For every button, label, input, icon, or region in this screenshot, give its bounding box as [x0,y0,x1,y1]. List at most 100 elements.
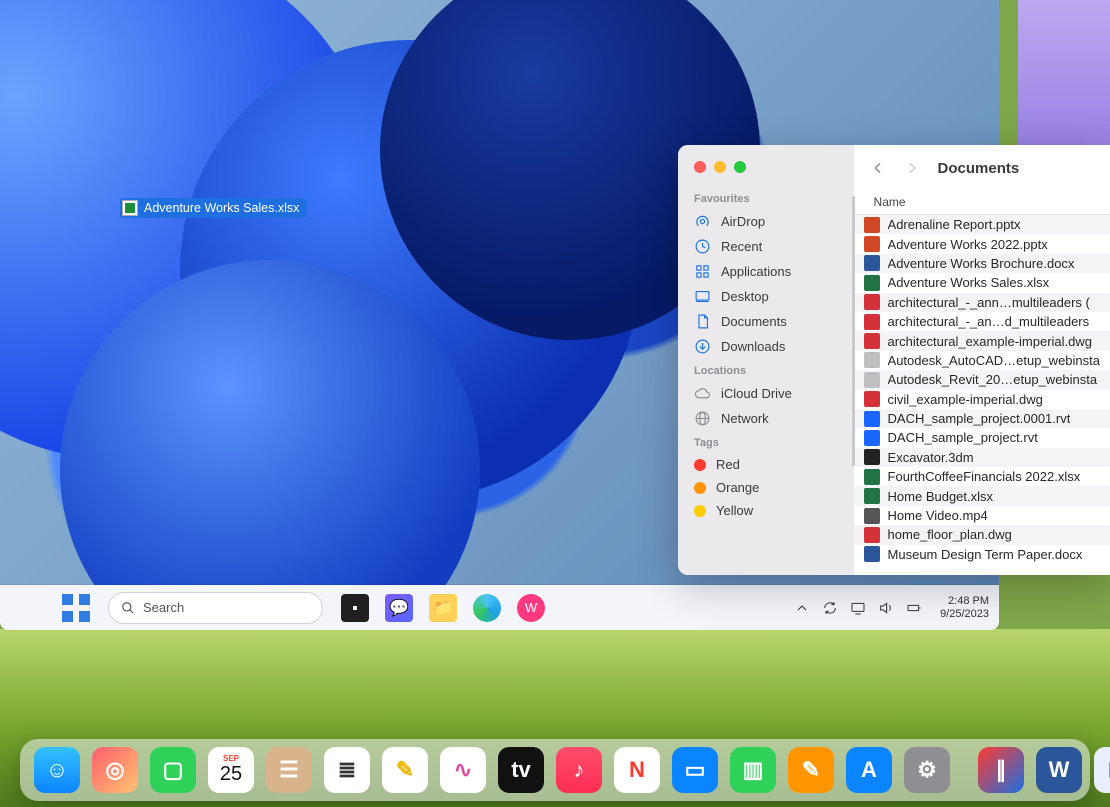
tag-dot-icon [694,505,706,517]
pptx-file-icon [864,236,880,252]
sidebar-item-downloads[interactable]: Downloads [678,334,854,359]
display-icon[interactable] [850,600,866,616]
column-header-name[interactable]: Name [854,191,1110,215]
chevron-up-icon[interactable] [794,600,810,616]
recent-icon [694,238,711,255]
file-row[interactable]: DACH_sample_project.rvt [854,428,1110,447]
sidebar-item-airdrop[interactable]: AirDrop [678,209,854,234]
sync-icon[interactable] [822,600,838,616]
file-name: Autodesk_Revit_20…etup_webinsta [888,372,1098,387]
dock-app-windows[interactable]: ⊞ [1094,747,1110,793]
file-row[interactable]: Excavator.3dm [854,448,1110,467]
taskbar-app-explorer[interactable]: 📁 [429,594,457,622]
battery-icon[interactable] [906,600,922,616]
file-row[interactable]: Adventure Works 2022.pptx [854,234,1110,253]
sidebar-header-favourites: Favourites [678,187,854,209]
file-row[interactable]: architectural_example-imperial.dwg [854,331,1110,350]
file-name: DACH_sample_project.0001.rvt [888,411,1071,426]
finder-main: Documents Name Adrenaline Report.pptx Adv… [854,145,1110,575]
dock-app-freeform[interactable]: ∿ [440,747,486,793]
file-row[interactable]: Adventure Works Brochure.docx [854,254,1110,273]
dock-app-parallels[interactable]: ∥ [978,747,1024,793]
finder-window[interactable]: Favourites AirDrop RecentApplicationsDesk… [678,145,1110,575]
file-row[interactable]: DACH_sample_project.0001.rvt [854,409,1110,428]
taskbar-app-wps[interactable]: W [517,594,545,622]
back-button[interactable] [870,160,886,176]
forward-button[interactable] [904,160,920,176]
file-name: Adrenaline Report.pptx [888,217,1021,232]
dock-app-word[interactable]: W [1036,747,1082,793]
rvt-file-icon [864,430,880,446]
sidebar-item-applications[interactable]: Applications [678,259,854,284]
dock-app-contacts[interactable]: ☰ [266,747,312,793]
close-button[interactable] [694,161,706,173]
dock-app-settings[interactable]: ⚙ [904,747,950,793]
taskbar-clock[interactable]: 2:48 PM 9/25/2023 [940,595,989,621]
downloads-icon [694,338,711,355]
sidebar-item-documents[interactable]: Documents [678,309,854,334]
file-row[interactable]: Adrenaline Report.pptx [854,215,1110,234]
file-row[interactable]: Autodesk_AutoCAD…etup_webinsta [854,351,1110,370]
desktop-file-selected[interactable]: Adventure Works Sales.xlsx [120,198,307,218]
window-title: Documents [938,160,1020,177]
dock-app-news[interactable]: N [614,747,660,793]
file-list[interactable]: Adrenaline Report.pptx Adventure Works 20… [854,215,1110,575]
file-row[interactable]: home_floor_plan.dwg [854,525,1110,544]
dock-app-tv[interactable]: tv [498,747,544,793]
sidebar-item-label: Red [716,457,740,472]
sidebar-item-icloud-drive[interactable]: iCloud Drive [678,381,854,406]
volume-icon[interactable] [878,600,894,616]
file-row[interactable]: Home Video.mp4 [854,506,1110,525]
windows-taskbar: Search 💬 📁 W 2:48 PM 9/25/2023 [0,585,999,630]
taskview-button[interactable] [341,594,369,622]
finder-toolbar: Documents [854,145,1110,191]
dock-app-numbers[interactable]: ▥ [730,747,776,793]
file-row[interactable]: Museum Design Term Paper.docx [854,545,1110,564]
dock-app-facetime[interactable]: ▢ [150,747,196,793]
mac-dock: ☺◎▢SEP25☰≣✎∿tv♪N▭▥✎A⚙ ∥W⊞ [20,739,1090,801]
taskbar-date: 9/25/2023 [940,608,989,621]
minimize-button[interactable] [714,161,726,173]
taskbar-search[interactable]: Search [108,592,323,624]
window-controls [678,157,854,187]
apps-icon [694,263,711,280]
sidebar-item-network[interactable]: Network [678,406,854,431]
start-button[interactable] [62,594,90,622]
tag-dot-icon [694,459,706,471]
sidebar-item-label: AirDrop [721,214,765,229]
sidebar-item-label: Orange [716,480,759,495]
airdrop-icon [694,213,711,230]
dock-app-keynote[interactable]: ▭ [672,747,718,793]
sidebar-tag-orange[interactable]: Orange [678,476,854,499]
dock-app-notes[interactable]: ✎ [382,747,428,793]
file-row[interactable]: Home Budget.xlsx [854,486,1110,505]
dwg-file-icon [864,527,880,543]
dock-app-launchpad[interactable]: ◎ [92,747,138,793]
sidebar-scrollbar[interactable] [852,196,855,466]
dock-app-music[interactable]: ♪ [556,747,602,793]
file-row[interactable]: FourthCoffeeFinancials 2022.xlsx [854,467,1110,486]
dock-app-appstore[interactable]: A [846,747,892,793]
taskbar-app-chat[interactable]: 💬 [385,594,413,622]
search-icon [121,601,135,615]
dwg-file-icon [864,314,880,330]
taskbar-app-edge[interactable] [473,594,501,622]
file-name: home_floor_plan.dwg [888,527,1012,542]
zoom-button[interactable] [734,161,746,173]
sidebar-tag-yellow[interactable]: Yellow [678,499,854,522]
sidebar-tag-red[interactable]: Red [678,453,854,476]
file-name: architectural_example-imperial.dwg [888,334,1092,349]
dock-app-calendar[interactable]: SEP25 [208,747,254,793]
file-row[interactable]: architectural_-_ann…multileaders ( [854,293,1110,312]
calendar-day: 25 [220,763,242,786]
file-row[interactable]: architectural_-_an…d_multileaders [854,312,1110,331]
sidebar-item-desktop[interactable]: Desktop [678,284,854,309]
dock-app-pages[interactable]: ✎ [788,747,834,793]
file-row[interactable]: Adventure Works Sales.xlsx [854,273,1110,292]
dock-app-reminders[interactable]: ≣ [324,747,370,793]
search-placeholder: Search [143,600,184,615]
dock-app-finder[interactable]: ☺ [34,747,80,793]
file-row[interactable]: Autodesk_Revit_20…etup_webinsta [854,370,1110,389]
file-row[interactable]: civil_example-imperial.dwg [854,390,1110,409]
sidebar-item-recent[interactable]: Recent [678,234,854,259]
